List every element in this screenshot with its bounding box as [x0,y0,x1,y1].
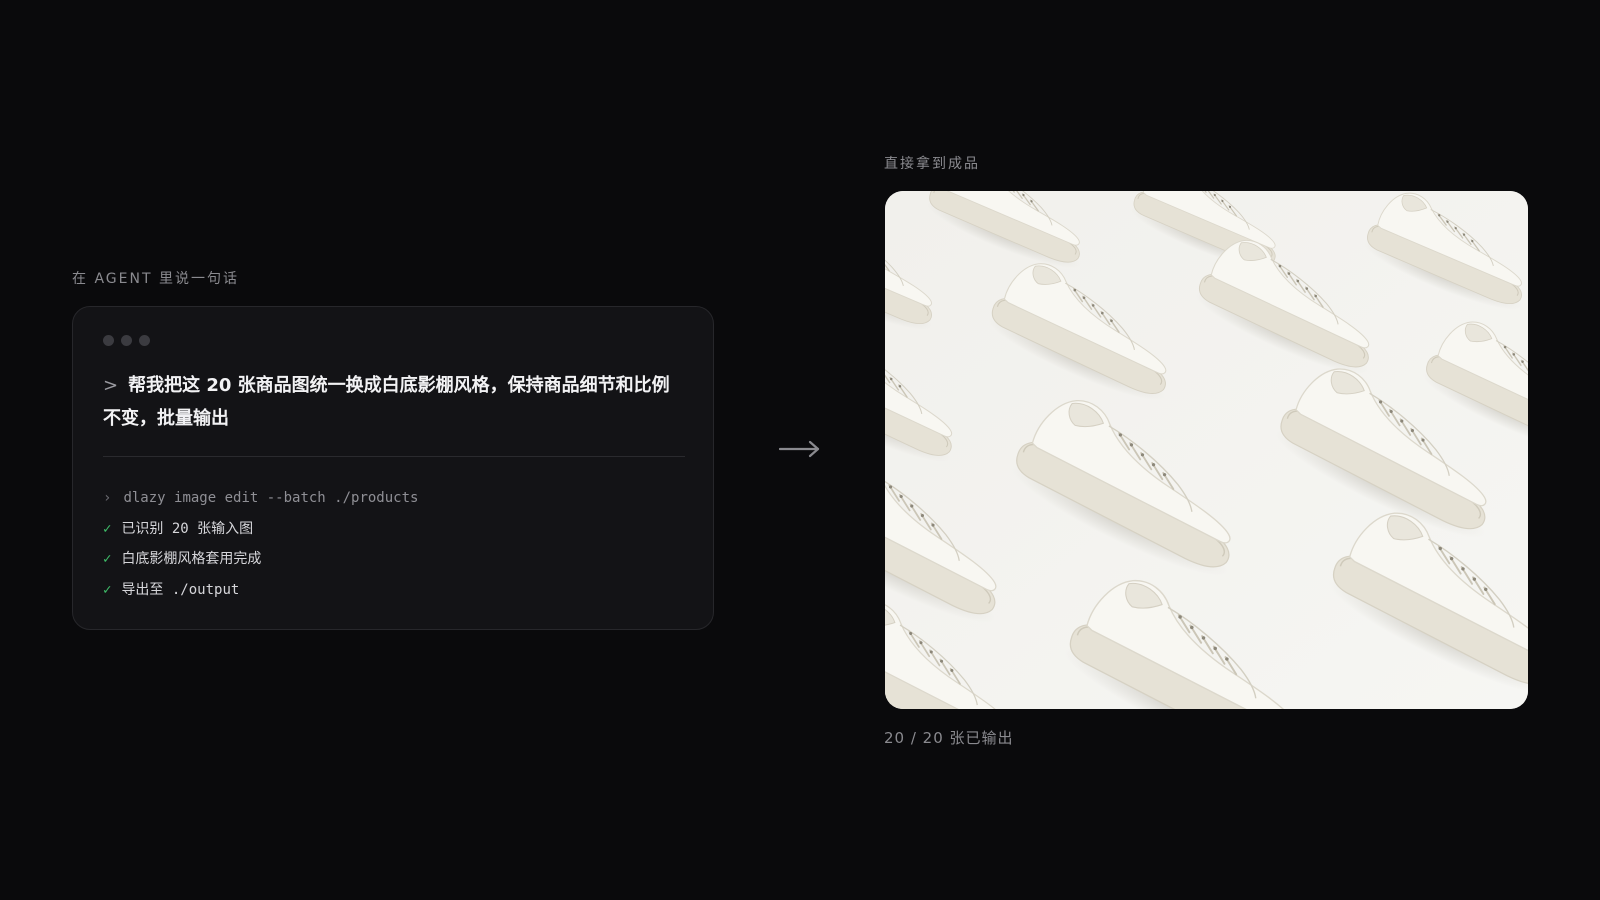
window-dot-icon [139,335,150,346]
log-item-text: 已识别 20 张输入图 [121,520,254,537]
result-section-label: 直接拿到成品 [884,156,980,172]
divider [103,456,685,457]
arrow-right-icon [779,440,820,458]
check-icon: ✓ [103,551,112,567]
agent-terminal-card: > 帮我把这 20 张商品图统一换成白底影棚风格，保持商品细节和比例不变，批量输出… [72,306,714,630]
log-item: ✓ 导出至 ./output [103,575,693,606]
window-controls [103,335,150,346]
check-icon: ✓ [103,520,112,537]
command-chevron-icon: › [103,490,112,506]
output-counter: 20 / 20 张已输出 [884,729,1014,747]
window-dot-icon [121,335,132,346]
result-image [885,191,1528,709]
log-item-text: 导出至 ./output [121,581,240,598]
window-dot-icon [103,335,114,346]
agent-section-label: 在 AGENT 里说一句话 [72,271,239,287]
log-item: ✓ 白底影棚风格套用完成 [103,544,693,575]
command-line: › dlazy image edit --batch ./products [103,483,693,514]
command-text: dlazy image edit --batch ./products [123,490,419,506]
agent-prompt: > 帮我把这 20 张商品图统一换成白底影棚风格，保持商品细节和比例不变，批量输出 [103,369,683,435]
stage: 在 AGENT 里说一句话 > 帮我把这 20 张商品图统一换成白底影棚风格，保持… [0,0,1600,900]
log-item: ✓ 已识别 20 张输入图 [103,514,693,545]
check-icon: ✓ [103,581,112,598]
command-log: › dlazy image edit --batch ./products ✓ 已识… [103,483,693,605]
prompt-caret-icon: > [103,375,119,396]
log-item-text: 白底影棚风格套用完成 [121,551,262,567]
prompt-text: 帮我把这 20 张商品图统一换成白底影棚风格，保持商品细节和比例不变，批量输出 [103,375,670,429]
